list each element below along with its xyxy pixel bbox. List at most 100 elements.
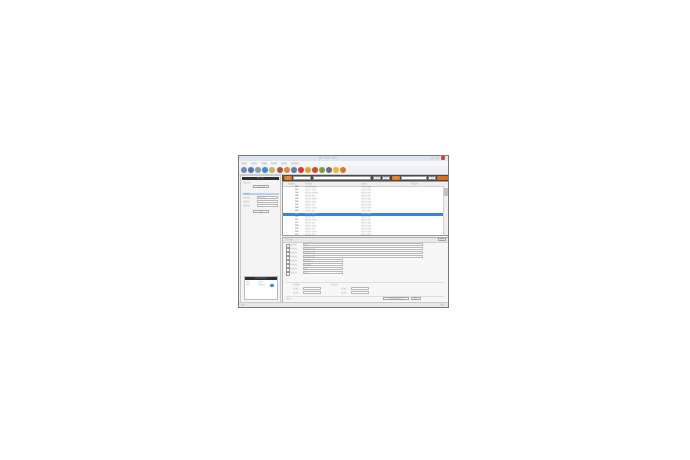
detail-label: ○○○○: [290, 264, 297, 266]
globe-icon[interactable]: [262, 167, 268, 173]
detail-input[interactable]: [303, 291, 321, 294]
table-cell: ○○○○ ○○: [305, 234, 315, 236]
grid-scrollbar[interactable]: [443, 186, 448, 235]
list-item-value: ○○○○: [258, 284, 265, 286]
help-icon[interactable]: [340, 167, 346, 173]
status-right: ○○: [440, 304, 445, 306]
detail-label: ○○○○: [290, 272, 297, 274]
detail-label: ○○○○: [290, 268, 297, 270]
detail-field[interactable]: ○○○○: [303, 259, 343, 262]
window-title: ○○ · ○○○ · ○○○: [319, 157, 337, 159]
maximize-icon[interactable]: [435, 156, 439, 160]
bottom-button[interactable]: ○○: [411, 297, 421, 300]
list-item-label: ○○: [246, 281, 250, 283]
left-panel-header: ○○ ○○: [242, 177, 279, 180]
section-label: ○○○: [244, 193, 250, 195]
detail-extra-label: ○○○○: [293, 284, 300, 286]
menu-item[interactable]: ○○○: [251, 162, 257, 165]
list-item-label: ○○: [246, 284, 250, 286]
bottom-label: ○○○: [286, 298, 292, 300]
search-go-button[interactable]: ○○: [373, 176, 381, 180]
status-bar: ○○ ○○: [239, 302, 448, 307]
minimize-icon[interactable]: [430, 156, 434, 160]
detail-label: ○○○○: [290, 248, 297, 250]
menu-item[interactable]: ○○○: [261, 162, 267, 165]
detail-label: ○○○○: [290, 244, 297, 246]
column-header[interactable]: ○○○○: [305, 183, 312, 185]
chart-icon[interactable]: [305, 167, 311, 173]
filter-input[interactable]: [257, 204, 278, 207]
save-icon[interactable]: [248, 167, 254, 173]
list-item-value: ○○○: [258, 281, 264, 283]
filter-label: ○○○○: [243, 205, 250, 207]
brand-badge: [437, 176, 448, 180]
detail-extra-label: ○○○: [341, 292, 347, 294]
print-icon[interactable]: [255, 167, 261, 173]
tool-icon[interactable]: [277, 167, 283, 173]
filter-input[interactable]: [401, 176, 427, 180]
star-icon[interactable]: [333, 167, 339, 173]
menu-item[interactable]: ○○○: [271, 162, 277, 165]
detail-input[interactable]: [351, 291, 369, 294]
detail-label: ○○○○: [290, 252, 297, 254]
open-icon[interactable]: [241, 167, 247, 173]
detail-extra-label: ○○○○: [331, 284, 338, 286]
table-cell: ○○○ ○○○: [361, 234, 371, 236]
search-label-tag: ○○: [284, 176, 292, 180]
search-reset-button[interactable]: ○○: [382, 176, 390, 180]
detail-corner-button[interactable]: ○○: [438, 238, 446, 241]
detail-field[interactable]: ○○○○: [303, 263, 343, 266]
bottom-action-button[interactable]: ○○○○ ○○○○: [383, 297, 409, 300]
search-input[interactable]: [313, 176, 371, 180]
tag-icon[interactable]: [326, 167, 332, 173]
data-grid: ○○○○ ○○○○ ○○○ ○○○○ 101 ○○○○○ ○○ ○○○ ○○○ 102…: [282, 181, 448, 236]
filter-dropdown[interactable]: ○○ ○○: [257, 196, 278, 199]
red-ball-icon[interactable]: [298, 167, 304, 173]
detail-field[interactable]: ○○○○ ○○: [303, 251, 423, 254]
list-item[interactable]: ○○ ○○○○: [246, 284, 276, 287]
flag-icon[interactable]: [319, 167, 325, 173]
detail-field[interactable]: ○○: [303, 267, 343, 270]
column-header[interactable]: ○○○: [361, 183, 366, 185]
status-left: ○○: [241, 304, 245, 306]
detail-label: ○○○○: [290, 260, 297, 262]
column-header[interactable]: ○○○○: [288, 183, 295, 185]
detail-input[interactable]: [351, 287, 369, 290]
book-icon[interactable]: [269, 167, 275, 173]
left-panel: ○○ ○○ ○○ ○○ ○○ ○○ ○○○ ○○○○ ○○ ○○ ○○○○ ○○…: [240, 175, 281, 305]
search-button[interactable]: ○○: [253, 210, 269, 213]
detail-field[interactable]: ○○: [303, 271, 343, 274]
table-cell: 117: [295, 234, 299, 236]
table-row[interactable]: 117 ○○○○ ○○ ○○○ ○○○: [283, 234, 444, 236]
left-label: ○○ ○○: [243, 182, 251, 184]
search-label: ○○: [286, 177, 290, 179]
orange-ball-icon[interactable]: [284, 167, 290, 173]
detail-extra-label: ○○○: [341, 288, 347, 290]
scrollbar-thumb[interactable]: [444, 188, 448, 196]
left-action-button[interactable]: ○○ ○○: [253, 185, 269, 188]
divider: [286, 282, 444, 283]
menu-item[interactable]: ○○○○: [291, 162, 299, 165]
menu-item[interactable]: ○○○: [241, 162, 247, 165]
detail-field[interactable]: ○○: [303, 243, 423, 246]
filter-label: ○○○○: [243, 201, 250, 203]
detail-field[interactable]: ○○○○ ○○: [303, 255, 423, 258]
app-window: ○○ · ○○○ · ○○○ ○○○ ○○○ ○○○ ○○○ ○○○ ○○○○ …: [238, 155, 449, 308]
filter-input[interactable]: [257, 200, 278, 203]
detail-input[interactable]: [303, 287, 321, 290]
search-input[interactable]: [293, 176, 311, 180]
detail-extra-label: ○○○: [293, 292, 299, 294]
detail-extra-label: ○○○: [293, 288, 299, 290]
pencil-icon[interactable]: [312, 167, 318, 173]
column-header[interactable]: ○○○○: [411, 183, 418, 185]
people-icon[interactable]: [291, 167, 297, 173]
menu-item[interactable]: ○○○: [281, 162, 287, 165]
close-icon[interactable]: [441, 156, 445, 160]
toggle-icon[interactable]: [270, 284, 274, 287]
toolbar: [239, 166, 448, 175]
detail-label: ○○○○: [290, 256, 297, 258]
mini-list: ○○ ○○ ○○ ○○ ○○○ ○○ ○○○○: [244, 276, 278, 300]
detail-field[interactable]: ○○○○ ○○: [303, 247, 423, 250]
filter-button[interactable]: ○○: [428, 176, 436, 180]
filter-label-tag: ○○: [392, 176, 400, 180]
